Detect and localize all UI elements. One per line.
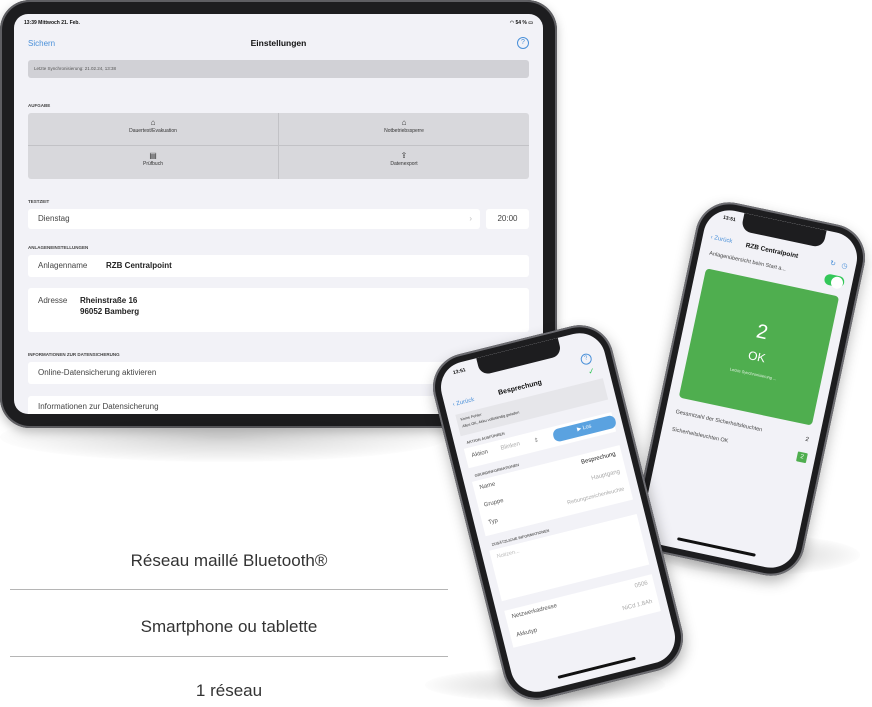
stepper-icon: ⇕ [533,437,540,445]
action-select[interactable]: Blinken [500,441,521,452]
name-field[interactable]: Besprechung [581,451,617,465]
task-grid: ⌂ Dauertest/Evakuation ⌂ Notbetriebssper… [28,113,529,179]
section-testzeit: TESTZEIT [28,199,50,204]
tablet-shadow [0,412,448,462]
page-title: RZB Centralpoint [745,242,799,261]
feature-network: 1 réseau [195,681,263,700]
overview-toggle[interactable] [823,273,846,289]
status-card[interactable]: 2 OK Letzte Synchronisierung ... [678,268,840,426]
help-icon[interactable]: ? [579,352,593,366]
total-value: 2 [804,436,810,444]
ok-badge: 2 [796,451,808,464]
testtime-field[interactable]: 20:00 [486,209,529,229]
type-select[interactable]: Rettungszeichenleuchte [567,486,625,506]
house-outline-icon: ⌂ [401,118,407,127]
back-button[interactable]: ‹ Zurück [452,397,475,408]
battery-icon: ▭ [528,20,533,26]
help-icon[interactable]: ? [517,37,529,49]
home-icon: ⌂ [150,118,156,127]
task-pruefbuch[interactable]: ▤ Prüfbuch [28,146,278,178]
page-title: Einstellungen [250,38,307,48]
feature-divider [10,656,448,657]
history-icon[interactable]: ◷ [841,261,849,270]
checkmark-icon: ✓ [587,366,596,377]
chevron-right-icon: › [469,214,472,223]
feature-bluetooth-mesh: Réseau maillé Bluetooth® [130,551,328,570]
phone-left-screen: 13:51 ? ‹ Zurück Besprechung ✓ Keine Feh… [435,327,681,698]
group-select[interactable]: Hauptgang [591,469,621,482]
section-anlage: ANLAGENEINSTELLUNGEN [28,245,89,250]
task-datenexport[interactable]: ⇪ Datenexport [279,146,529,178]
export-icon: ⇪ [400,151,408,160]
section-aufgabe: AUFGABE [28,103,51,108]
feature-divider [10,589,448,590]
phone-right-device: 13:51 ‹ Zurück RZB Centralpoint ↻ ◷ Anla… [628,196,872,582]
adresse-row[interactable]: Adresse Rheinstraße 16 96052 Bamberg [28,288,529,332]
testday-select[interactable]: Dienstag › [28,209,480,229]
tablet-nav-bar: Sichern Einstellungen ? [14,34,543,52]
status-time: 13:39 Mittwoch 21. Feb. [24,20,80,26]
ok-label: Sicherheitsleuchten OK [671,426,729,445]
back-button[interactable]: ‹ Zurück [710,235,733,245]
status-battery: ◠ 54 % ▭ [509,20,533,26]
task-dauertest[interactable]: ⌂ Dauertest/Evakuation [28,113,278,145]
los-button[interactable]: ▶ Los [551,414,618,443]
section-info: INFORMATIONEN ZUR DATENSICHERUNG [28,352,120,357]
task-notbetriebssperre[interactable]: ⌂ Notbetriebssperre [279,113,529,145]
sync-banner: Letzte Synchronisierung: 21.02.24, 13:38 [28,60,529,78]
phone-left-device: 13:51 ? ‹ Zurück Besprechung ✓ Keine Feh… [425,318,691,707]
status-time: 13:51 [452,367,467,377]
tablet-status-bar: 13:39 Mittwoch 21. Feb. ◠ 54 % ▭ [24,20,533,28]
anlagenname-row[interactable]: Anlagenname RZB Centralpoint [28,255,529,277]
refresh-icon[interactable]: ↻ [829,259,836,268]
phone-right-screen: 13:51 ‹ Zurück RZB Centralpoint ↻ ◷ Anla… [638,205,862,573]
status-time: 13:51 [722,214,737,224]
feature-device: Smartphone ou tablette [140,617,318,636]
book-icon: ▤ [149,151,157,160]
